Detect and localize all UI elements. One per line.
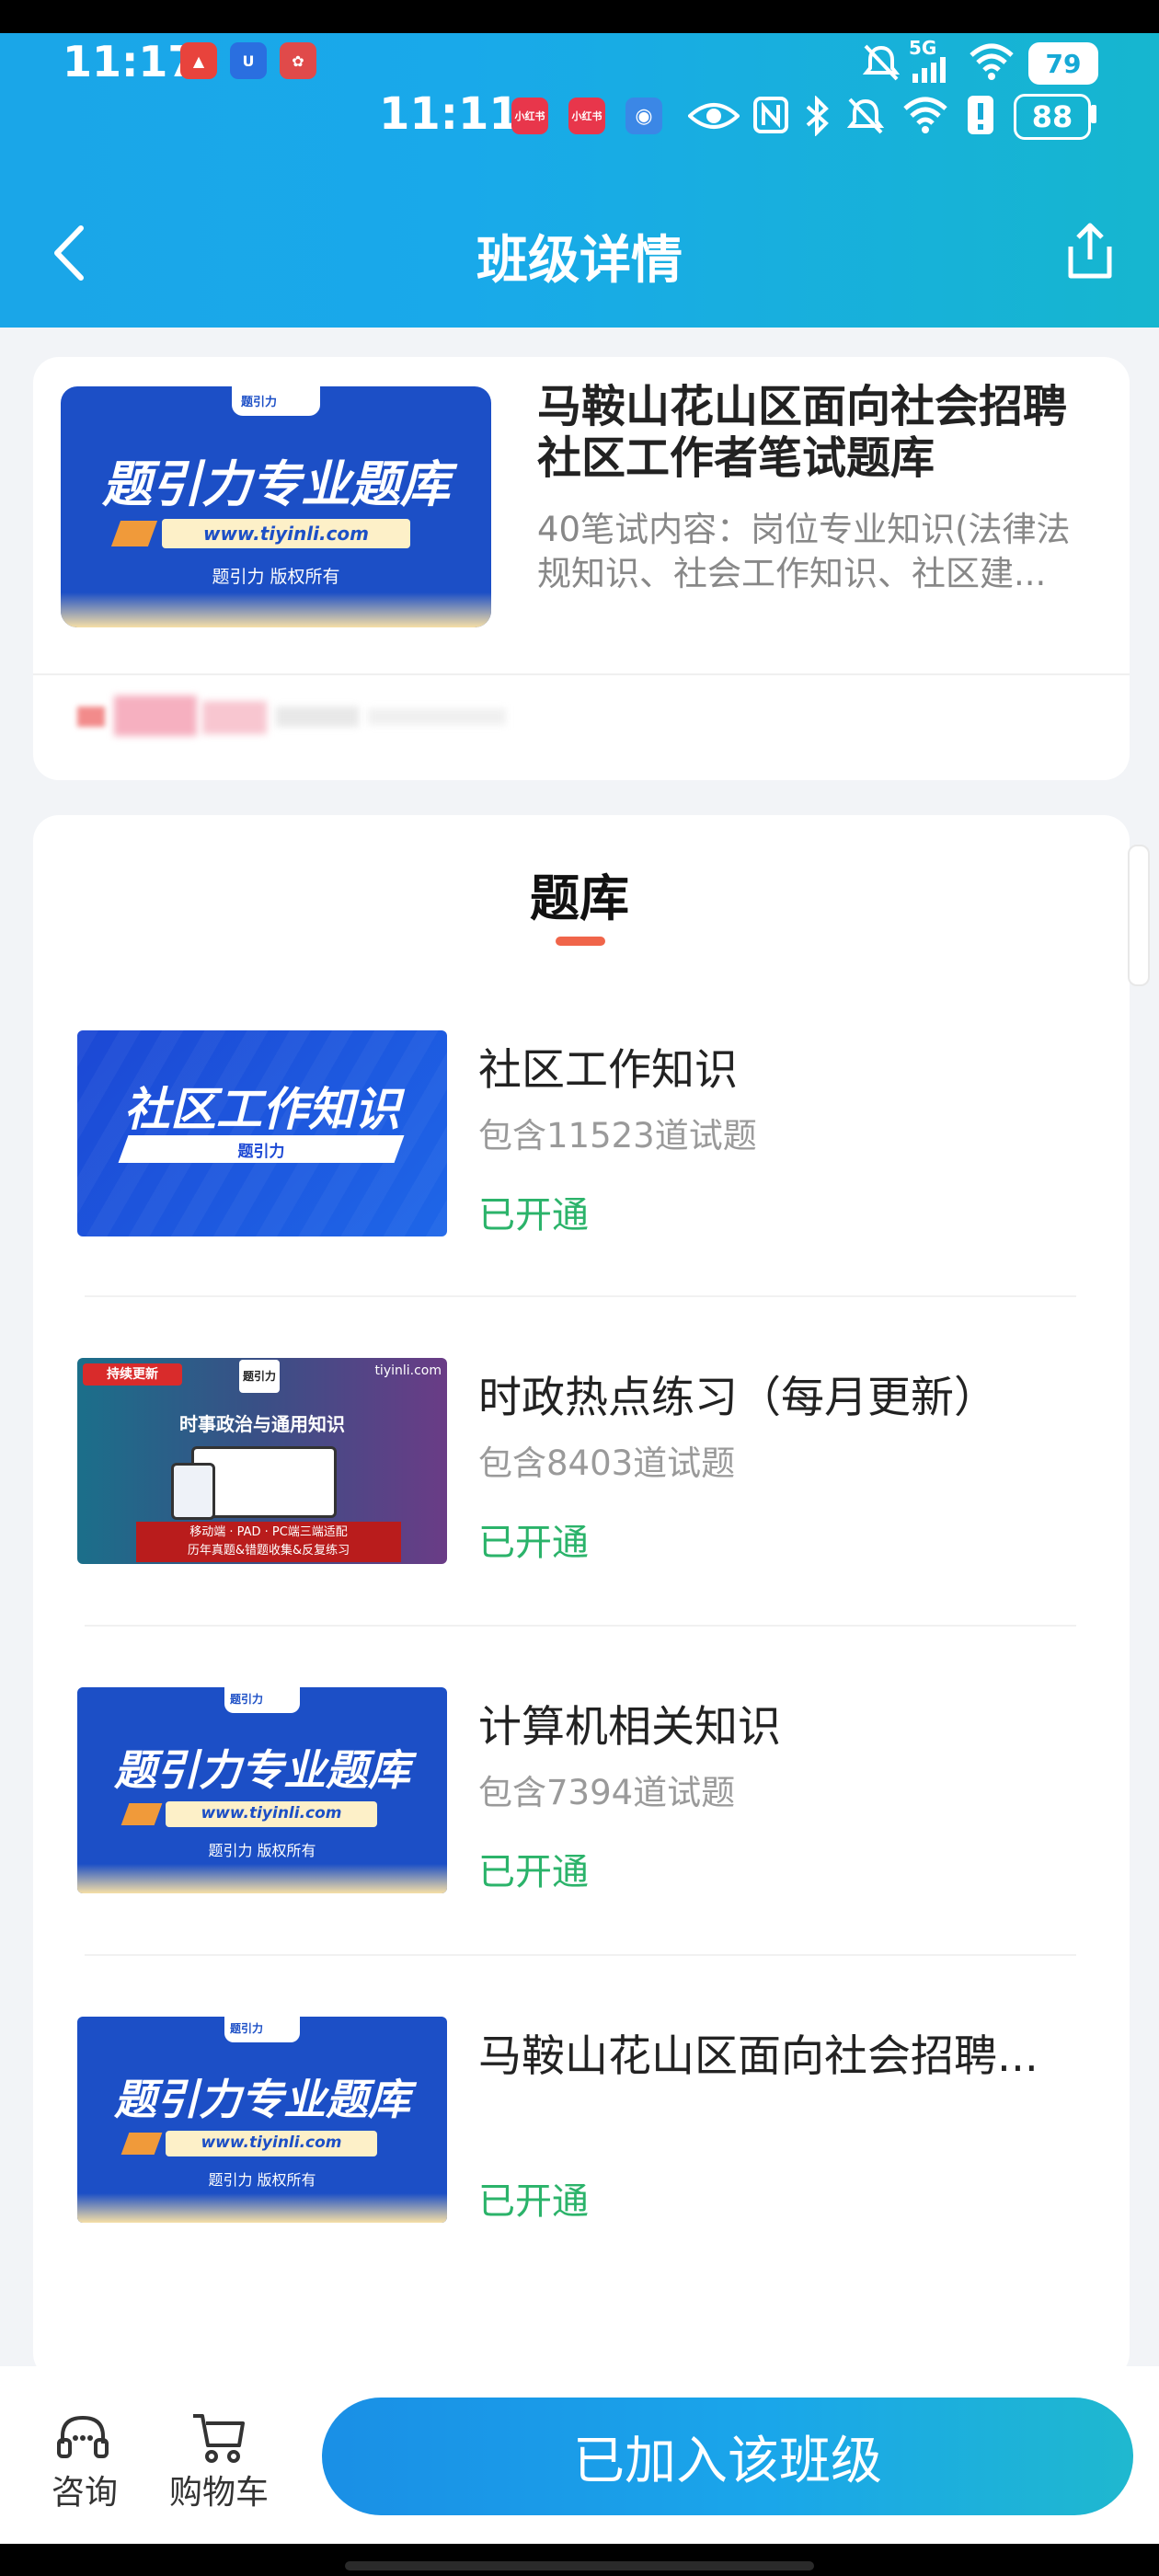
item-thumb-headline: 时事政治与通用知识 (179, 1413, 345, 1435)
battery-indicator: 79 (1028, 42, 1098, 85)
xiaohongshu-icon: 小红书 (511, 98, 548, 134)
divider (85, 1295, 1076, 1297)
course-description: 40笔试内容：岗位专业知识(法律法规知识、社会工作知识、社区建... (537, 510, 1071, 593)
battery-tip (1091, 105, 1096, 123)
status-time-secondary: 11:11 (379, 88, 520, 140)
xiaohongshu-icon-2: 小红书 (568, 98, 605, 134)
nfc-icon (753, 97, 788, 133)
thumb-logo: 题引力 (241, 396, 278, 409)
thumb-logo: 题引力 (230, 1693, 264, 1706)
page-title: 班级详情 (476, 231, 683, 291)
item-thumb-badge: 持续更新 (83, 1363, 182, 1386)
home-indicator[interactable] (345, 2561, 814, 2570)
status-badge: 已开通 (478, 1194, 589, 1236)
thumb-headline: 题引力专业题库 (114, 2075, 410, 2124)
section-underline (556, 937, 605, 946)
item-count: 包含7394道试题 (478, 1773, 736, 1812)
item-thumb-line1: 移动端 · PAD · PC端三端适配 (189, 1525, 348, 1539)
thumb-logo: 题引力 (230, 2022, 264, 2035)
item-thumbnail: 题引力 题引力专业题库 www.tiyinli.com 题引力 版权所有 (77, 1687, 447, 1893)
signal-icon (912, 57, 946, 83)
thumb-headline: 题引力专业题库 (114, 1745, 410, 1795)
item-thumb-sub: 题引力 (237, 1143, 285, 1161)
app-red-icon: ▲ (180, 42, 217, 79)
app-red-icon-2: ✿ (280, 42, 316, 79)
mute-icon (862, 44, 901, 81)
alert-icon (968, 96, 993, 134)
item-title: 计算机相关知识 (478, 1702, 781, 1753)
thumb-copyright: 题引力 版权所有 (212, 567, 340, 587)
top-black-bar (0, 0, 1159, 33)
thumb-url: www.tiyinli.com (201, 2133, 342, 2152)
join-class-button[interactable]: 已加入该班级 (322, 2398, 1133, 2515)
blurred-text (74, 688, 515, 742)
status-badge: 已开通 (478, 1851, 589, 1893)
divider (85, 1625, 1076, 1627)
item-count: 包含8403道试题 (478, 1443, 736, 1483)
divider (33, 673, 1130, 675)
item-thumbnail: 持续更新 题引力 tiyinli.com 时事政治与通用知识 移动端 · PAD… (77, 1358, 447, 1564)
item-title: 社区工作知识 (478, 1045, 738, 1096)
thumb-url: www.tiyinli.com (202, 523, 370, 545)
tablet-icon (171, 1463, 215, 1520)
divider (85, 1954, 1076, 1956)
bottom-black-bar (0, 2544, 1159, 2576)
bluetooth-icon (806, 96, 829, 136)
status-time: 11:17 (63, 37, 198, 86)
item-thumb-logo: 题引力 (239, 1360, 280, 1393)
item-title: 马鞍山花山区面向社会招聘... (478, 2031, 1039, 2082)
consult-label: 咨询 (52, 2474, 119, 2512)
status-badge: 已开通 (478, 2180, 589, 2223)
headset-icon (57, 2415, 109, 2458)
cart-label: 购物车 (169, 2474, 270, 2512)
item-count: 包含11523道试题 (478, 1116, 757, 1156)
wifi-icon-secondary (903, 97, 947, 133)
status-badge: 已开通 (478, 1522, 589, 1564)
translate-icon: ◉ (625, 98, 662, 134)
thumb-url: www.tiyinli.com (201, 1804, 342, 1823)
thumb-copyright: 题引力 版权所有 (208, 2171, 316, 2189)
scrollbar[interactable] (1128, 845, 1150, 986)
thumb-copyright: 题引力 版权所有 (208, 1842, 316, 1859)
cart-icon (193, 2414, 245, 2463)
battery-indicator-secondary: 88 (1014, 94, 1091, 140)
section-title: 题库 (530, 869, 629, 927)
mute-icon-secondary (846, 98, 885, 134)
course-title: 马鞍山花山区面向社会招聘社区工作者笔试题库 (537, 381, 1068, 484)
eye-icon (688, 103, 740, 129)
thumb-headline: 题引力专业题库 (102, 455, 450, 513)
share-icon[interactable] (1058, 219, 1122, 283)
item-thumb-line2: 历年真题&错题收集&反复练习 (187, 1544, 350, 1558)
app-blue-icon: U (230, 42, 267, 79)
item-thumbnail: 社区工作知识 题引力 (77, 1030, 447, 1236)
item-thumbnail: 题引力 题引力专业题库 www.tiyinli.com 题引力 版权所有 (77, 2017, 447, 2223)
item-thumb-site: tiyinli.com (374, 1363, 442, 1378)
item-title: 时政热点练习（每月更新） (478, 1373, 997, 1423)
item-thumb-headline: 社区工作知识 (124, 1083, 400, 1136)
course-thumbnail: 题引力 题引力专业题库 www.tiyinli.com 题引力 版权所有 (61, 386, 491, 627)
wifi-icon (970, 43, 1014, 80)
